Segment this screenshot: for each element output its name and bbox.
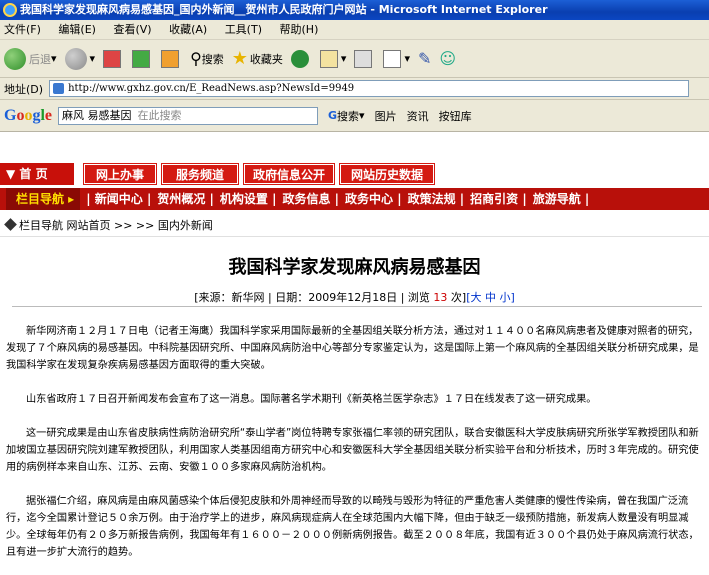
address-input[interactable]: http://www.gxhz.gov.cn/E_ReadNews.asp?Ne…	[49, 80, 690, 97]
google-logo: Google	[4, 106, 53, 124]
article-meta: [来源：新华网 | 日期：2009年12月18日 | 浏览 13 次][大 中 …	[0, 289, 709, 305]
divider	[12, 306, 702, 307]
nav-center[interactable]: 政务中心 |	[345, 192, 402, 206]
menu-favorites[interactable]: 收藏(A)	[169, 23, 207, 36]
nav-tab-service-channel[interactable]: 服务频道	[161, 163, 239, 185]
ie-logo-icon	[3, 3, 17, 17]
nav-invest[interactable]: 招商引资 |	[470, 192, 527, 206]
home-icon[interactable]	[161, 49, 180, 68]
back-label: 后退	[29, 52, 51, 66]
font-size-links[interactable]: [大 中 小]	[466, 291, 515, 304]
google-placeholder: 在此搜索	[137, 108, 182, 122]
favorites-label: 收藏夹	[249, 52, 283, 66]
stop-icon[interactable]	[103, 49, 122, 68]
breadcrumb: 栏目导航 网站首页 >> >> 国内外新闻	[0, 215, 709, 237]
nav-affairs[interactable]: 政务信息 |	[282, 192, 339, 206]
google-toolbar: Google 麻风 易感基因 在此搜索 G 搜索 ▾ 图片 资讯 按钮库	[0, 100, 709, 132]
search-label: 搜索	[201, 52, 224, 66]
mail-icon[interactable]	[319, 49, 338, 68]
nav-tab-history[interactable]: 网站历史数据	[339, 163, 435, 185]
article-body: 新华网济南１２月１７日电（记者王海鹰）我国科学家采用国际最新的全基因组关联分析方…	[6, 323, 703, 575]
star-icon: ★	[231, 48, 248, 69]
google-news-label: 资讯	[406, 109, 429, 123]
refresh-icon[interactable]	[132, 49, 151, 68]
forward-arrow-icon	[64, 47, 87, 70]
google-images-button[interactable]: 图片	[375, 108, 397, 124]
messenger-icon[interactable]: ☺	[439, 49, 456, 68]
menu-view[interactable]: 查看(V)	[113, 23, 151, 36]
google-search-input[interactable]: 麻风 易感基因 在此搜索	[58, 106, 319, 125]
history-icon[interactable]	[290, 49, 309, 68]
back-button[interactable]: 后退 ▾	[4, 47, 57, 70]
google-pin-button[interactable]: 按钮库	[439, 108, 472, 124]
breadcrumb-text[interactable]: 栏目导航 网站首页 >> >> 国内外新闻	[19, 219, 213, 232]
window-titlebar: 我国科学家发现麻风病易感基因_国内外新闻__贺州市人民政府门户网站 - Micr…	[0, 0, 709, 20]
nav-news[interactable]: | 新闻中心 |	[86, 192, 151, 206]
back-arrow-icon	[4, 47, 26, 70]
article-title: 我国科学家发现麻风病易感基因	[228, 257, 481, 278]
page-icon	[53, 83, 65, 94]
page-content: ▼ 首 页 网上办事 服务频道 政府信息公开 网站历史数据 栏目导航 ▸ | 新闻…	[0, 133, 709, 575]
nav-tab-gov-info[interactable]: 政府信息公开	[243, 163, 335, 185]
column-nav: 栏目导航 ▸ | 新闻中心 | 贺州概况 | 机构设置 | 政务信息 | 政务中心 | 政策…	[0, 188, 709, 210]
google-news-button[interactable]: 资讯	[407, 108, 429, 124]
top-nav: ▼ 首 页 网上办事 服务频道 政府信息公开 网站历史数据	[0, 163, 709, 185]
menu-edit[interactable]: 编辑(E)	[58, 23, 96, 36]
address-label: 地址(D)	[4, 82, 44, 96]
window-title: 我国科学家发现麻风病易感基因_国内外新闻__贺州市人民政府门户网站 - Micr…	[20, 3, 548, 16]
meta-prefix: [来源：新华网 | 日期：2009年12月18日 | 浏览	[194, 291, 430, 304]
article-paragraph: 新华网济南１２月１７日电（记者王海鹰）我国科学家采用国际最新的全基因组关联分析方…	[6, 326, 699, 371]
edit-icon[interactable]	[383, 49, 402, 68]
meta-suffix: 次]	[450, 291, 467, 304]
search-button[interactable]: ⚲ 搜索	[190, 49, 224, 68]
nav-home[interactable]: ▼ 首 页	[0, 163, 74, 185]
discuss-icon[interactable]: ✎	[418, 49, 431, 68]
nav-overview[interactable]: 贺州概况 |	[157, 192, 214, 206]
article-paragraph: 这一研究成果是由山东省皮肤病性病防治研究所“泰山学者”岗位特聘专家张福仁率领的研…	[6, 428, 699, 473]
menu-help[interactable]: 帮助(H)	[280, 23, 319, 36]
google-search-label: 搜索	[337, 109, 360, 123]
nav-org[interactable]: 机构设置 |	[220, 192, 277, 206]
address-bar: 地址(D) http://www.gxhz.gov.cn/E_ReadNews.…	[0, 78, 709, 100]
favorites-button[interactable]: ★ 收藏夹	[232, 48, 283, 69]
column-nav-lead: 栏目导航 ▸	[6, 188, 81, 210]
menu-tools[interactable]: 工具(T)	[225, 23, 262, 36]
print-icon[interactable]	[354, 49, 373, 68]
google-images-label: 图片	[374, 109, 397, 123]
arrow-icon	[4, 218, 17, 231]
toolbar: 后退 ▾ ▾ ⚲ 搜索 ★ 收藏夹 ▾ ▾ ✎ ☺	[0, 40, 709, 78]
nav-tab-online-service[interactable]: 网上办事	[83, 163, 157, 185]
google-search-button[interactable]: G 搜索 ▾	[328, 108, 365, 124]
forward-button[interactable]: ▾	[64, 47, 95, 70]
address-url: http://www.gxhz.gov.cn/E_ReadNews.asp?Ne…	[68, 83, 355, 94]
article-paragraph: 山东省政府１７日召开新闻发布会宣布了这一消息。国际著名学术期刊《新英格兰医学杂志…	[26, 394, 597, 405]
nav-policy[interactable]: 政策法规 |	[408, 192, 465, 206]
google-query: 麻风 易感基因	[62, 108, 132, 122]
view-count: 13	[433, 291, 448, 304]
google-g-icon: G	[328, 109, 338, 122]
article-paragraph: 据张福仁介绍，麻风病是由麻风菌感染个体后侵犯皮肤和外周神经而导致的以畸残与毁形为…	[6, 496, 699, 558]
search-icon: ⚲	[190, 49, 202, 68]
nav-tourism[interactable]: 旅游导航 |	[533, 192, 590, 206]
google-pin-label: 按钮库	[438, 109, 472, 123]
menu-file[interactable]: 文件(F)	[4, 23, 41, 36]
menu-bar: 文件(F) 编辑(E) 查看(V) 收藏(A) 工具(T) 帮助(H)	[0, 20, 709, 40]
